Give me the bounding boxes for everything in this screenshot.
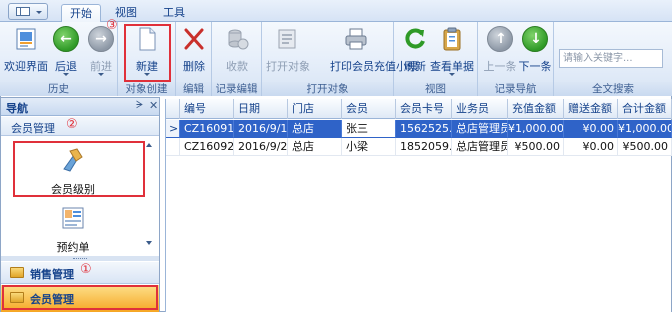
nav-title: 导航 — [6, 102, 28, 115]
clipboard-icon — [443, 27, 461, 51]
cell-number[interactable]: CZ16092... — [180, 138, 234, 156]
group-label-fulltext-search: 全文搜索 — [554, 82, 672, 96]
nav-header: 导航 ᗒ ✕ — [1, 98, 159, 116]
row-indicator: > — [166, 120, 180, 138]
collect-payment-button[interactable]: 收款 — [217, 25, 257, 77]
appointment-form-icon — [62, 207, 84, 229]
recharge-records-grid: 编号 日期 门店 会员 会员卡号 业务员 充值金额 赠送金额 合计金额 > CZ… — [165, 99, 672, 312]
cell-card-number[interactable]: 1852059... — [396, 138, 452, 156]
chevron-down-icon — [36, 11, 42, 14]
nav-splitter[interactable] — [1, 256, 159, 261]
group-label-object-create: 对象创建 — [118, 82, 175, 96]
cell-store[interactable]: 总店 — [288, 138, 342, 156]
column-header-date[interactable]: 日期 — [234, 99, 288, 119]
refresh-icon — [405, 28, 425, 49]
cell-bonus-amount[interactable]: ¥0.00 — [564, 120, 618, 138]
close-icon[interactable]: ✕ — [149, 99, 158, 112]
nav-item-appointment[interactable]: 预约单 — [23, 205, 123, 255]
pin-icon[interactable]: ᗒ — [136, 100, 143, 111]
marker-two: ② — [66, 117, 78, 132]
coins-icon — [228, 29, 249, 50]
cell-store[interactable]: 总店 — [288, 120, 342, 138]
table-row[interactable]: > CZ16091... 2016/9/13 总店 张三 1562525... … — [166, 120, 672, 138]
highlight-new-button — [124, 24, 171, 82]
column-header-number[interactable]: 编号 — [180, 99, 234, 119]
chevron-down-icon — [98, 73, 104, 76]
up-arrow-icon: ↑ — [487, 26, 513, 52]
open-object-button-label: 打开对象 — [266, 60, 310, 73]
tab-tools[interactable]: 工具 — [156, 4, 192, 23]
column-header-bonus-amount[interactable]: 赠送金额 — [564, 99, 618, 119]
table-row[interactable]: CZ16092... 2016/9/21 总店 小梁 1852059... 总店… — [166, 138, 672, 156]
group-label-record-navigation: 记录导航 — [478, 82, 553, 96]
column-header-card-number[interactable]: 会员卡号 — [396, 99, 452, 119]
next-record-button[interactable]: ↓ 下一条 — [515, 25, 555, 77]
row-indicator-header — [166, 99, 180, 119]
scroll-down-icon[interactable] — [146, 241, 152, 245]
group-record-navigation: ↑ 上一条 ↓ 下一条 记录导航 — [478, 22, 554, 96]
printer-icon — [345, 28, 367, 50]
group-label-open-object: 打开对象 — [262, 82, 393, 96]
column-header-recharge-amount[interactable]: 充值金额 — [508, 99, 564, 119]
group-label-view: 视图 — [394, 82, 477, 96]
back-arrow-icon: ← — [53, 26, 79, 52]
column-header-member[interactable]: 会员 — [342, 99, 396, 119]
print-recharge-receipt-label: 打印会员充值小票 — [330, 60, 418, 73]
open-object-icon — [278, 29, 296, 49]
group-label-history: 历史 — [0, 82, 117, 96]
nav-group-sales-label: 销售管理 — [30, 268, 74, 281]
group-record-edit: 收款 记录编辑 — [212, 22, 262, 96]
fulltext-search-input[interactable]: 请输入关键字... — [559, 49, 663, 68]
cell-number[interactable]: CZ16091... — [180, 120, 234, 138]
group-view: 刷新 查看单据 视图 — [394, 22, 478, 96]
cell-card-number[interactable]: 1562525... — [396, 120, 452, 138]
group-edit: 删除 编辑 — [176, 22, 212, 96]
column-header-store[interactable]: 门店 — [288, 99, 342, 119]
highlight-member-management — [2, 285, 158, 310]
folder-icon — [10, 267, 24, 278]
cell-salesperson[interactable]: 总店管理员 — [452, 138, 508, 156]
cell-bonus-amount[interactable]: ¥0.00 — [564, 138, 618, 156]
view-documents-button-label: 查看单据 — [430, 60, 474, 73]
cell-member[interactable]: 小梁 — [342, 138, 396, 156]
down-arrow-icon: ↓ — [522, 26, 548, 52]
scroll-up-icon[interactable] — [146, 143, 152, 147]
open-object-button[interactable]: 打开对象 — [266, 25, 310, 77]
cell-date[interactable]: 2016/9/13 — [234, 120, 288, 138]
nav-current-group-label: 会员管理 — [11, 122, 55, 135]
view-documents-button[interactable]: 查看单据 — [430, 25, 474, 77]
delete-button[interactable]: 删除 — [174, 25, 214, 77]
print-recharge-receipt-button[interactable]: 打印会员充值小票 — [330, 25, 418, 77]
marker-three: ③ — [106, 18, 118, 33]
cell-recharge-amount[interactable]: ¥500.00 — [508, 138, 564, 156]
chevron-down-icon — [63, 73, 69, 76]
cell-date[interactable]: 2016/9/21 — [234, 138, 288, 156]
marker-one: ① — [80, 262, 92, 277]
welcome-page-icon — [16, 28, 36, 50]
ribbon-tab-row: 开始 视图 工具 — [0, 0, 672, 23]
delete-x-icon — [184, 28, 204, 50]
group-open-object: 打开对象 打印会员充值小票 打开对象 — [262, 22, 418, 96]
navigation-panel: 导航 ᗒ ✕ 会员管理 会员级别 预约单 销售管理 会员管理 — [0, 97, 160, 312]
group-history: 欢迎界面 ← 后退 → 前进 历史 — [0, 22, 118, 96]
row-indicator — [166, 138, 180, 156]
column-header-total-amount[interactable]: 合计金额 — [618, 99, 672, 119]
cell-salesperson[interactable]: 总店管理员 — [452, 120, 508, 138]
cell-recharge-amount[interactable]: ¥1,000.00 — [508, 120, 564, 138]
column-header-salesperson[interactable]: 业务员 — [452, 99, 508, 119]
highlight-member-level — [13, 141, 145, 197]
app-menu-button[interactable] — [8, 3, 48, 20]
cell-member[interactable]: 张三 — [342, 120, 396, 138]
nav-item-appointment-label: 预约单 — [56, 241, 90, 254]
cell-total-amount[interactable]: ¥500.00 — [618, 138, 672, 156]
collect-payment-button-label: 收款 — [226, 60, 248, 73]
group-label-record-edit: 记录编辑 — [212, 82, 261, 96]
window-icon — [16, 7, 30, 16]
tab-start[interactable]: 开始 — [61, 4, 101, 23]
grid-header: 编号 日期 门店 会员 会员卡号 业务员 充值金额 赠送金额 合计金额 — [166, 99, 672, 119]
chevron-down-icon — [449, 73, 455, 76]
cell-total-amount[interactable]: ¥1,000.00 — [618, 120, 672, 138]
nav-current-group-header: 会员管理 — [1, 117, 159, 136]
group-label-edit: 编辑 — [176, 82, 211, 96]
